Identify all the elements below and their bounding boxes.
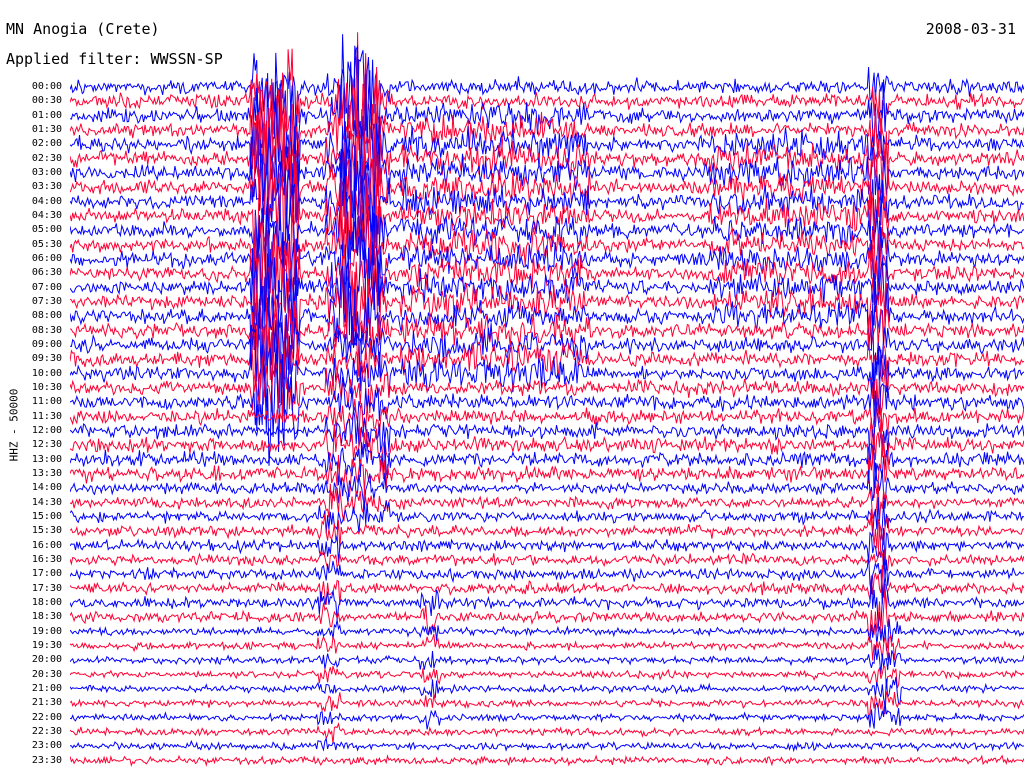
row-time-label: 17:00 — [31, 568, 62, 580]
row-time-label: 00:30 — [31, 95, 62, 107]
row-time-label: 15:00 — [31, 510, 62, 522]
row-time-label: 07:00 — [31, 281, 62, 293]
row-time-label: 09:30 — [31, 353, 62, 365]
row-time-label: 14:00 — [31, 482, 62, 494]
row-time-label: 09:00 — [31, 338, 62, 350]
row-time-label: 12:00 — [31, 424, 62, 436]
row-time-label: 02:30 — [31, 152, 62, 164]
row-time-label: 16:30 — [31, 553, 62, 565]
row-time-label: 00:00 — [31, 81, 62, 92]
row-time-label: 11:30 — [31, 410, 62, 422]
row-time-label: 17:30 — [31, 582, 62, 594]
row-time-label: 06:30 — [31, 267, 62, 279]
row-time-label: 13:00 — [31, 453, 62, 465]
row-time-label: 08:30 — [31, 324, 62, 336]
row-time-label: 23:30 — [31, 754, 62, 766]
row-time-label: 19:30 — [31, 639, 62, 651]
row-time-label: 16:00 — [31, 539, 62, 551]
trace-row-2230 — [70, 722, 1024, 744]
row-time-label: 18:30 — [31, 611, 62, 623]
row-time-label: 01:00 — [31, 109, 62, 121]
row-time-label: 04:30 — [31, 209, 62, 221]
row-time-label: 22:30 — [31, 725, 62, 737]
row-time-label: 20:30 — [31, 668, 62, 680]
row-time-label: 20:00 — [31, 654, 62, 666]
row-time-label: 21:00 — [31, 682, 62, 694]
row-time-label: 23:00 — [31, 740, 62, 752]
row-time-label: 02:00 — [31, 138, 62, 150]
row-time-label: 07:30 — [31, 295, 62, 307]
seismogram-plot — [70, 32, 1024, 767]
trace-row-2300 — [70, 736, 1024, 753]
row-time-label: 11:00 — [31, 396, 62, 408]
row-time-label: 13:30 — [31, 467, 62, 479]
row-time-labels: 00:00 00:30 01:00 01:30 02:00 02:30 03:00 03:30… — [0, 0, 64, 780]
row-time-label: 05:30 — [31, 238, 62, 250]
row-time-label: 06:00 — [31, 252, 62, 264]
row-time-label: 15:30 — [31, 525, 62, 537]
row-time-label: 14:30 — [31, 496, 62, 508]
trace-row-2330 — [70, 754, 1024, 767]
row-time-label: 10:30 — [31, 381, 62, 393]
row-time-label: 05:00 — [31, 224, 62, 236]
row-time-label: 10:00 — [31, 367, 62, 379]
row-time-label: 22:00 — [31, 711, 62, 723]
row-time-label: 21:30 — [31, 697, 62, 709]
row-time-label: 19:00 — [31, 625, 62, 637]
row-time-label: 03:30 — [31, 181, 62, 193]
row-time-label: 01:30 — [31, 123, 62, 135]
row-time-label: 12:30 — [31, 439, 62, 451]
row-time-label: 18:00 — [31, 596, 62, 608]
row-time-label: 04:00 — [31, 195, 62, 207]
row-time-label: 03:00 — [31, 166, 62, 178]
row-time-label: 08:00 — [31, 310, 62, 322]
